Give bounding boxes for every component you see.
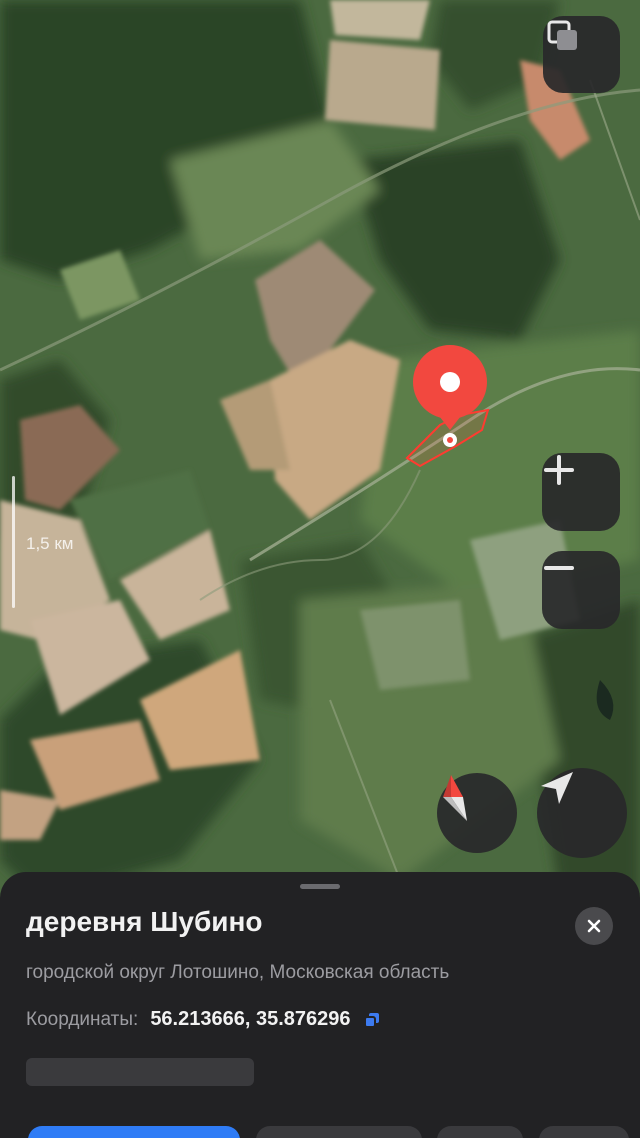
location-pin[interactable]: [408, 342, 492, 452]
place-subtitle: городской округ Лотошино, Московская обл…: [26, 962, 450, 983]
compass-icon: [443, 775, 467, 821]
action-button-4[interactable]: [539, 1126, 629, 1138]
coordinates-value[interactable]: 56.213666, 35.876296: [150, 1008, 350, 1031]
place-title: деревня Шубино: [26, 906, 263, 937]
secondary-action-button[interactable]: [256, 1126, 422, 1138]
sheet-grabber[interactable]: [300, 884, 340, 889]
compass-button[interactable]: [437, 773, 517, 853]
close-icon: [587, 919, 601, 933]
action-button-3[interactable]: [437, 1126, 523, 1138]
close-button[interactable]: [575, 907, 613, 945]
pin-icon: [413, 345, 487, 447]
layers-icon: [547, 20, 577, 50]
navigation-arrow-icon: [541, 772, 573, 804]
zoom-in-button[interactable]: [542, 453, 620, 531]
zoom-out-button[interactable]: [542, 551, 620, 629]
layers-button[interactable]: [543, 16, 620, 93]
plus-icon: [544, 455, 574, 485]
coordinates-label: Координаты:: [26, 1008, 139, 1030]
scale-bar: [12, 476, 15, 608]
action-buttons-row: [0, 1126, 640, 1138]
loading-placeholder: [26, 1058, 254, 1086]
map-scale: 1,5 км: [12, 476, 74, 611]
scale-label: 1,5 км: [26, 534, 74, 553]
minus-icon: [544, 566, 574, 570]
map-imagery: [0, 0, 640, 900]
coordinates-row: Координаты: 56.213666, 35.876296: [26, 1008, 381, 1031]
my-location-button[interactable]: [537, 768, 627, 858]
primary-action-button[interactable]: [28, 1126, 240, 1138]
satellite-map[interactable]: 1,5 км: [0, 0, 640, 900]
place-card: деревня Шубино городской округ Лотошино,…: [0, 872, 640, 1138]
copy-icon[interactable]: [363, 1011, 381, 1029]
